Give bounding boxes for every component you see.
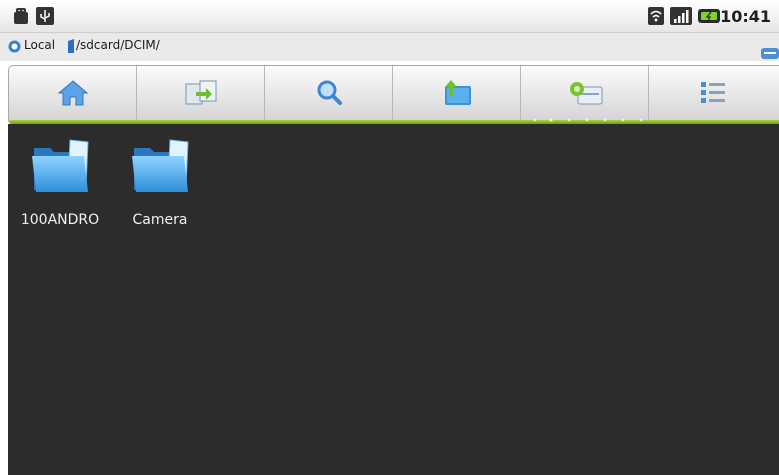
- usb-icon: [36, 7, 54, 25]
- copy-icon: [185, 80, 216, 105]
- home-button[interactable]: [9, 66, 137, 120]
- settings-button[interactable]: [521, 66, 649, 120]
- search-button[interactable]: [265, 66, 393, 120]
- clock: 10:41: [720, 7, 771, 26]
- folder-up-button[interactable]: [393, 66, 521, 120]
- android-icon: [14, 8, 28, 24]
- folder-name: Camera: [132, 212, 188, 228]
- list-view-icon: [701, 82, 725, 103]
- status-bar: 10:41: [0, 0, 779, 33]
- search-icon: [317, 80, 342, 105]
- home-icon: [57, 80, 88, 106]
- current-path[interactable]: /sdcard/DCIM/: [76, 38, 160, 52]
- storage-label[interactable]: Local: [24, 38, 55, 52]
- battery-icon: [698, 9, 720, 23]
- page-indicator: [533, 118, 643, 122]
- folder-item[interactable]: 100ANDRO: [14, 134, 106, 234]
- folder-name: 100ANDRO: [20, 212, 100, 228]
- toolbar: [8, 65, 779, 125]
- copy-button[interactable]: [137, 66, 265, 120]
- folder-up-icon: [444, 80, 471, 105]
- wifi-icon: [648, 7, 664, 25]
- folder-item[interactable]: Camera: [114, 134, 206, 234]
- location-bar: Local /sdcard/DCIM/: [0, 33, 779, 61]
- collapse-handle-icon[interactable]: [761, 47, 779, 59]
- folder-icon: [132, 139, 189, 192]
- gear-icon: [569, 82, 602, 105]
- path-icon: [68, 39, 74, 53]
- folder-icon: [32, 139, 89, 192]
- file-browser: 100ANDRO Camera: [8, 124, 779, 475]
- list-view-button[interactable]: [649, 66, 777, 120]
- signal-icon: [670, 7, 692, 25]
- storage-icon: [8, 40, 21, 53]
